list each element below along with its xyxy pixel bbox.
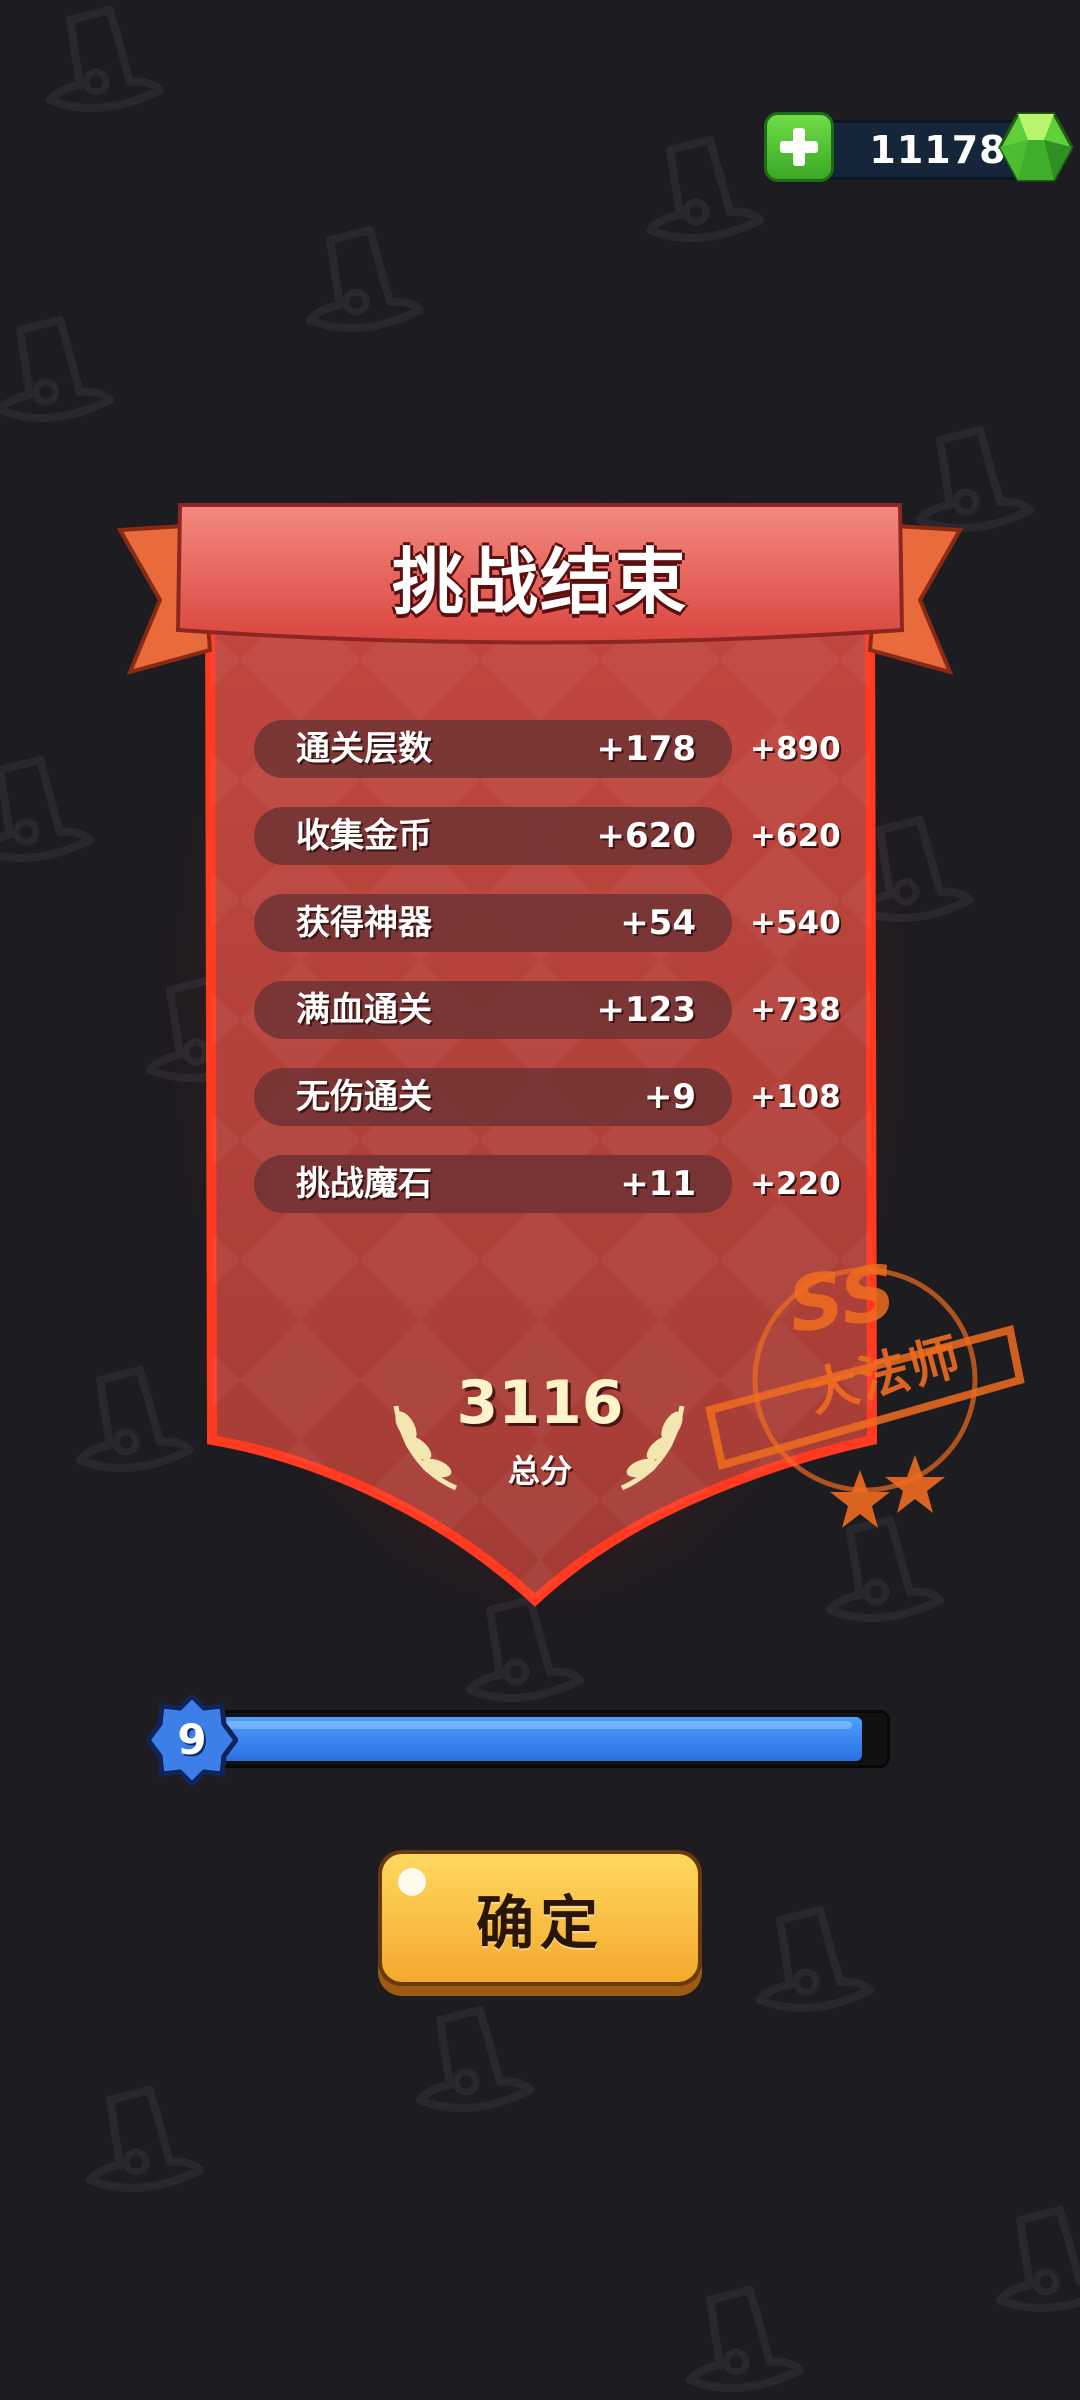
- score-row-count: +54: [620, 903, 696, 943]
- witch-hat-icon: [400, 1990, 540, 2120]
- witch-hat-icon: [740, 1890, 880, 2020]
- score-row-label: 收集金币: [296, 816, 432, 856]
- score-row: 挑战魔石 +11 +220: [254, 1155, 841, 1213]
- score-row: 获得神器 +54 +540: [254, 894, 841, 952]
- score-row-bonus: +220: [750, 1166, 841, 1202]
- witch-hat-icon: [980, 2190, 1080, 2320]
- witch-hat-icon: [670, 2270, 810, 2400]
- confirm-button-label: 确定: [475, 1889, 604, 1957]
- total-score-label: 总分: [507, 1452, 572, 1490]
- score-row-bonus: +540: [750, 905, 841, 941]
- score-row-count: +123: [596, 990, 696, 1030]
- score-row-count: +11: [620, 1164, 696, 1204]
- panel-title: 挑战结束: [391, 539, 688, 624]
- score-row-label: 满血通关: [296, 990, 432, 1030]
- score-row-bonus: +890: [750, 731, 841, 767]
- level-progress-fill: [197, 1717, 862, 1761]
- score-row-bonus: +738: [750, 992, 841, 1028]
- score-row-label: 挑战魔石: [296, 1164, 432, 1204]
- score-row: 通关层数 +178 +890: [254, 720, 841, 778]
- score-row-bonus: +620: [750, 818, 841, 854]
- score-row-label: 获得神器: [296, 903, 432, 943]
- score-row: 满血通关 +123 +738: [254, 981, 841, 1039]
- total-score: 3116: [456, 1368, 624, 1438]
- score-row-count: +620: [596, 816, 696, 856]
- confirm-button[interactable]: 确定: [378, 1850, 702, 1986]
- score-row-bonus: +108: [750, 1079, 841, 1115]
- level-number: 9: [177, 1715, 207, 1764]
- rank-stamp: SS 大法师: [700, 1240, 1030, 1540]
- level-progress-bar: [190, 1710, 890, 1768]
- button-shine: [398, 1868, 426, 1896]
- score-row: 收集金币 +620 +620: [254, 807, 841, 865]
- score-row-label: 无伤通关: [296, 1077, 432, 1117]
- level-badge: 9: [144, 1692, 240, 1788]
- score-row: 无伤通关 +9 +108: [254, 1068, 841, 1126]
- score-row-count: +9: [643, 1077, 696, 1117]
- score-row-count: +178: [596, 729, 696, 769]
- witch-hat-icon: [70, 2070, 210, 2200]
- score-row-label: 通关层数: [296, 729, 432, 769]
